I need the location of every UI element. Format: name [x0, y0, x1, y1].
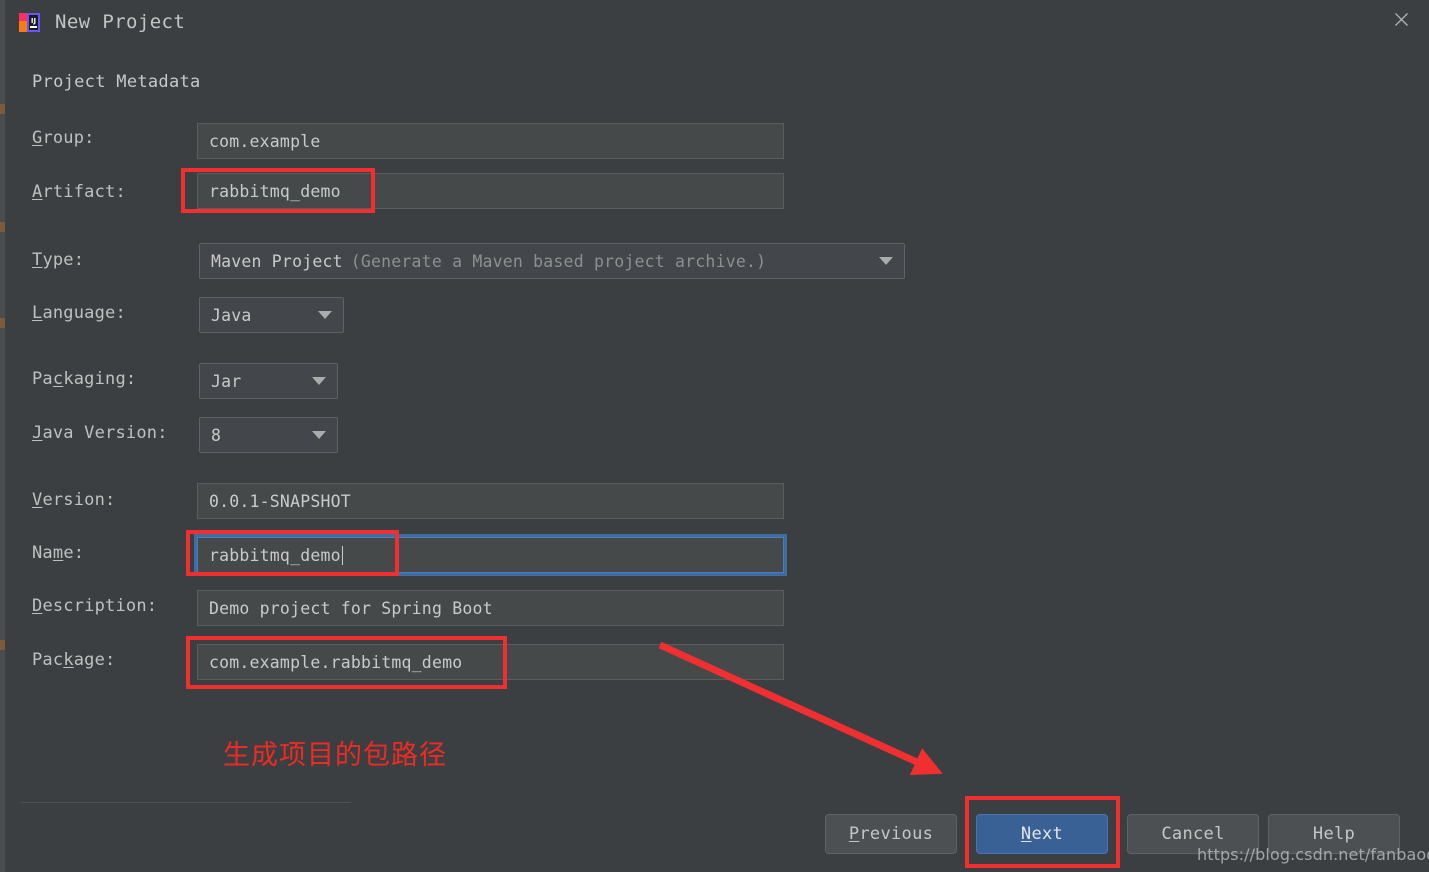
package-label: Package: [32, 650, 116, 670]
artifact-input[interactable]: rabbitmq_demo [197, 173, 784, 209]
java-version-combobox[interactable]: 8 [199, 417, 338, 453]
language-combobox[interactable]: Java [199, 297, 344, 333]
name-label: Name: [32, 543, 85, 563]
language-label: Language: [32, 303, 126, 323]
watermark: https://blog.csdn.net/fanbaodan [1197, 845, 1429, 864]
next-button[interactable]: Next [976, 814, 1108, 854]
dialog-titlebar: IJ New Project [5, 0, 1429, 45]
artifact-label: Artifact: [32, 182, 126, 202]
svg-text:IJ: IJ [31, 17, 36, 25]
type-combobox-value: Maven Project [211, 251, 343, 271]
chevron-down-icon [312, 377, 326, 385]
previous-button[interactable]: Previous [825, 814, 957, 854]
type-label: Type: [32, 250, 85, 270]
footer-separator [21, 802, 351, 803]
language-combobox-value: Java [211, 305, 252, 325]
section-heading: Project Metadata [32, 72, 201, 92]
annotation-note: 生成项目的包路径 [223, 740, 447, 771]
name-input[interactable]: rabbitmq_demo [194, 534, 787, 576]
text-caret [341, 545, 343, 565]
group-input[interactable]: com.example [197, 123, 784, 159]
version-input[interactable]: 0.0.1-SNAPSHOT [197, 483, 784, 519]
chevron-down-icon [312, 431, 326, 439]
intellij-idea-icon: IJ [17, 11, 43, 35]
new-project-dialog: IJ New Project Project Metadata Group: c… [5, 0, 1429, 872]
version-label: Version: [32, 490, 116, 510]
description-input[interactable]: Demo project for Spring Boot [197, 590, 784, 626]
type-combobox[interactable]: Maven Project (Generate a Maven based pr… [199, 243, 905, 279]
description-label: Description: [32, 596, 158, 616]
java-version-combobox-value: 8 [211, 425, 222, 445]
group-label: Group: [32, 128, 95, 148]
close-icon[interactable] [1383, 5, 1419, 33]
dialog-title: New Project [55, 11, 186, 33]
package-input[interactable]: com.example.rabbitmq_demo [197, 644, 784, 680]
packaging-combobox-value: Jar [211, 371, 242, 391]
chevron-down-icon [318, 311, 332, 319]
chevron-down-icon [879, 257, 893, 265]
packaging-label: Packaging: [32, 369, 137, 389]
java-version-label: Java Version: [32, 423, 168, 443]
type-combobox-hint: (Generate a Maven based project archive.… [350, 251, 767, 271]
packaging-combobox[interactable]: Jar [199, 363, 338, 399]
